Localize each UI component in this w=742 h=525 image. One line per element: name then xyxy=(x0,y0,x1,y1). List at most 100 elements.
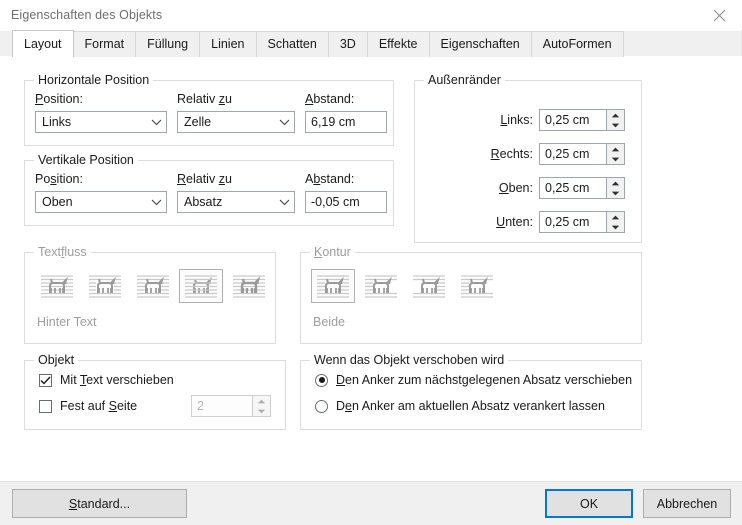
margin-right-field[interactable]: 0,25 cm xyxy=(539,143,606,165)
contour-both-icon xyxy=(317,275,349,298)
margin-right-value: 0,25 cm xyxy=(545,147,590,161)
group-vertical-position-legend: Vertikale Position xyxy=(34,153,138,167)
vertical-distance-input[interactable]: -0,05 cm xyxy=(305,191,387,213)
tab-layout[interactable]: Layout xyxy=(12,30,74,57)
margin-left-spin-buttons[interactable] xyxy=(606,109,625,131)
horizontal-distance-input[interactable]: 6,19 cm xyxy=(305,111,387,133)
contour-largest-icon xyxy=(461,275,493,298)
close-icon xyxy=(713,9,725,21)
vertical-position-combo[interactable]: Oben xyxy=(35,191,167,213)
spinner-up-icon[interactable] xyxy=(607,110,624,120)
layout-tab-panel: Horizontale Position Position: Links Rel… xyxy=(0,56,742,481)
ok-button[interactable]: OK xyxy=(545,489,633,518)
contour-right-icon xyxy=(413,275,445,298)
spinner-down-icon[interactable] xyxy=(607,222,624,232)
textflow-option-behind-text[interactable] xyxy=(179,269,223,303)
chevron-down-icon xyxy=(274,118,294,126)
horizontal-distance-value: 6,19 cm xyxy=(311,115,356,129)
tab-effekte[interactable]: Effekte xyxy=(366,31,430,57)
group-object-legend: Objekt xyxy=(34,353,79,367)
vertical-position-value: Oben xyxy=(42,195,73,209)
wrap-behind-text-icon xyxy=(185,275,217,298)
margin-left-label: Links: xyxy=(500,113,533,127)
vertical-relative-combo[interactable]: Absatz xyxy=(177,191,295,213)
group-vertical-position: Vertikale Position Position: Oben Relati… xyxy=(24,153,394,226)
cancel-button[interactable]: Abbrechen xyxy=(643,489,731,518)
group-anchor-behavior: Wenn das Objekt verschoben wird Den Anke… xyxy=(300,353,642,430)
vertical-position-label: Position: xyxy=(35,172,83,186)
move-with-text-label: Mit Text verschieben xyxy=(60,373,174,387)
spinner-up-icon[interactable] xyxy=(607,144,624,154)
checkbox-unchecked-icon xyxy=(39,399,52,413)
group-anchor-behavior-legend: Wenn das Objekt verschoben wird xyxy=(310,353,509,367)
contour-option-both[interactable] xyxy=(311,269,355,303)
radio-selected-icon xyxy=(315,373,328,387)
margin-bottom-spinner[interactable]: 0,25 cm xyxy=(539,211,625,233)
margin-top-value: 0,25 cm xyxy=(545,181,590,195)
textflow-option-tight[interactable] xyxy=(131,269,175,303)
margin-bottom-value: 0,25 cm xyxy=(545,215,590,229)
standard-button-label: Standard... xyxy=(68,496,131,511)
margin-top-spinner[interactable]: 0,25 cm xyxy=(539,177,625,199)
chevron-down-icon xyxy=(146,198,166,206)
contour-selected-label: Beide xyxy=(313,315,345,329)
margin-bottom-label: Unten: xyxy=(496,215,533,229)
margin-top-field[interactable]: 0,25 cm xyxy=(539,177,606,199)
tab-3d[interactable]: 3D xyxy=(327,31,368,57)
contour-left-icon xyxy=(365,275,397,298)
group-contour: Kontur Beide xyxy=(300,245,642,344)
horizontal-position-combo[interactable]: Links xyxy=(35,111,167,133)
page-number-field: 2 xyxy=(191,395,252,417)
horizontal-distance-label: Abstand: xyxy=(305,92,355,106)
textflow-option-none[interactable] xyxy=(35,269,79,303)
margin-left-spinner[interactable]: 0,25 cm xyxy=(539,109,625,131)
page-number-value: 2 xyxy=(197,399,204,413)
tab-linien[interactable]: Linien xyxy=(199,31,257,57)
tab-format[interactable]: Format xyxy=(72,31,137,57)
vertical-relative-value: Absatz xyxy=(184,195,223,209)
checkbox-checked-icon xyxy=(39,373,52,387)
wrap-in-front-icon xyxy=(233,275,265,298)
tab-eigenschaften[interactable]: Eigenschaften xyxy=(428,31,532,57)
margin-left-field[interactable]: 0,25 cm xyxy=(539,109,606,131)
lock-to-page-checkbox[interactable]: Fest auf Seite xyxy=(39,399,137,413)
margin-bottom-spin-buttons[interactable] xyxy=(606,211,625,233)
chevron-down-icon xyxy=(146,118,166,126)
horizontal-relative-label: Relativ zu xyxy=(177,92,232,106)
move-with-text-checkbox[interactable]: Mit Text verschieben xyxy=(39,373,174,387)
radio-unselected-icon xyxy=(315,399,328,413)
close-button[interactable] xyxy=(696,0,742,30)
tab-autoformen[interactable]: AutoFormen xyxy=(530,31,624,57)
spinner-up-icon[interactable] xyxy=(607,212,624,222)
textflow-option-square[interactable] xyxy=(83,269,127,303)
spinner-down-icon[interactable] xyxy=(607,188,624,198)
tab-schatten[interactable]: Schatten xyxy=(255,31,329,57)
contour-option-largest[interactable] xyxy=(455,269,499,303)
anchor-keep-radio[interactable]: Den Anker am aktuellen Absatz verankert … xyxy=(315,399,605,413)
tab-strip: Layout Format Füllung Linien Schatten 3D… xyxy=(0,30,742,57)
anchor-keep-label: Den Anker am aktuellen Absatz verankert … xyxy=(336,399,605,413)
margin-bottom-field[interactable]: 0,25 cm xyxy=(539,211,606,233)
margin-top-label: Oben: xyxy=(498,181,533,195)
spinner-down-icon[interactable] xyxy=(607,120,624,130)
horizontal-relative-combo[interactable]: Zelle xyxy=(177,111,295,133)
dialog-footer: Standard... OK Abbrechen xyxy=(0,481,742,525)
page-number-spin-buttons xyxy=(252,395,271,417)
spinner-down-icon xyxy=(253,406,270,416)
textflow-selected-label: Hinter Text xyxy=(37,315,97,329)
spinner-down-icon[interactable] xyxy=(607,154,624,164)
margin-right-spin-buttons[interactable] xyxy=(606,143,625,165)
tab-fuellung[interactable]: Füllung xyxy=(135,31,201,57)
page-number-spinner: 2 xyxy=(191,395,271,417)
spinner-up-icon xyxy=(253,396,270,406)
anchor-move-label: Den Anker zum nächstgelegenen Absatz ver… xyxy=(336,373,633,387)
margin-top-spin-buttons[interactable] xyxy=(606,177,625,199)
margin-right-spinner[interactable]: 0,25 cm xyxy=(539,143,625,165)
anchor-move-radio[interactable]: Den Anker zum nächstgelegenen Absatz ver… xyxy=(315,373,632,387)
contour-option-right[interactable] xyxy=(407,269,451,303)
contour-option-left[interactable] xyxy=(359,269,403,303)
spinner-up-icon[interactable] xyxy=(607,178,624,188)
standard-button[interactable]: Standard... xyxy=(12,489,187,518)
textflow-option-in-front[interactable] xyxy=(227,269,271,303)
lock-to-page-label: Fest auf Seite xyxy=(60,399,138,413)
